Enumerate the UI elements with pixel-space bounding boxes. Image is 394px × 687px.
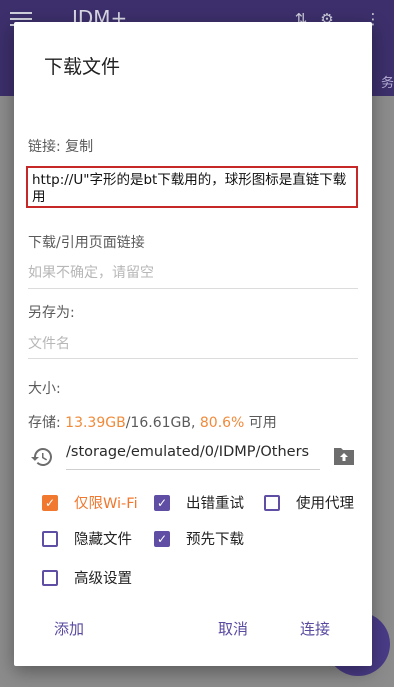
url-input[interactable]: http://U"字形的是bt下载用的，球形图标是直链下载用 <box>26 166 358 208</box>
advanced-label: 高级设置 <box>74 571 132 587</box>
dialog-title: 下载文件 <box>44 56 121 78</box>
hidden-file-checkbox[interactable] <box>42 530 58 547</box>
wifi-only-label: 仅限Wi-Fi <box>74 496 138 512</box>
size-label: 大小: <box>28 381 61 397</box>
storage-info: 存储: 13.39GB/16.61GB, 80.6% 可用 <box>28 412 277 432</box>
storage-prefix: 存储: <box>28 415 66 431</box>
referer-label: 下载/引用页面链接 <box>28 235 145 251</box>
tab-label-partial: 务 <box>380 76 394 91</box>
referer-input[interactable]: 如果不确定，请留空 <box>28 262 154 282</box>
filename-input-underline <box>28 358 358 359</box>
option-pre-download[interactable]: ✓ 预先下载 <box>154 528 244 549</box>
option-hidden-file[interactable]: 隐藏文件 <box>42 528 132 549</box>
wifi-only-checkbox[interactable]: ✓ <box>42 494 58 511</box>
pre-download-checkbox[interactable]: ✓ <box>154 530 170 547</box>
cancel-button[interactable]: 取消 <box>218 618 248 639</box>
download-file-dialog: 下载文件 链接: 复制 http://U"字形的是bt下载用的，球形图标是直链下… <box>14 22 372 666</box>
hidden-file-label: 隐藏文件 <box>74 532 132 548</box>
use-proxy-checkbox[interactable] <box>264 494 280 511</box>
advanced-checkbox[interactable] <box>42 569 58 586</box>
save-as-label: 另存为: <box>28 305 75 321</box>
pre-download-label: 预先下载 <box>186 532 244 548</box>
path-underline <box>66 469 320 470</box>
add-button[interactable]: 添加 <box>54 618 84 639</box>
retry-on-error-label: 出错重试 <box>186 496 244 512</box>
folder-upload-icon[interactable] <box>332 446 356 466</box>
retry-on-error-checkbox[interactable]: ✓ <box>154 494 170 511</box>
use-proxy-label: 使用代理 <box>296 496 354 512</box>
storage-free: 13.39GB <box>65 415 126 431</box>
storage-percent: 80.6% <box>199 415 245 431</box>
download-path[interactable]: /storage/emulated/0/IDMP/Others <box>66 444 309 460</box>
referer-input-underline <box>28 288 358 289</box>
option-use-proxy[interactable]: 使用代理 <box>264 492 354 513</box>
filename-input[interactable]: 文件名 <box>28 333 70 353</box>
storage-suffix: 可用 <box>244 415 277 431</box>
option-retry-on-error[interactable]: ✓ 出错重试 <box>154 492 244 513</box>
link-label[interactable]: 链接: 复制 <box>28 136 93 156</box>
history-icon[interactable] <box>30 445 54 469</box>
option-wifi-only[interactable]: ✓ 仅限Wi-Fi <box>42 492 138 513</box>
option-advanced[interactable]: 高级设置 <box>42 567 132 588</box>
connect-button[interactable]: 连接 <box>300 618 330 639</box>
storage-total: /16.61GB, <box>125 415 200 431</box>
